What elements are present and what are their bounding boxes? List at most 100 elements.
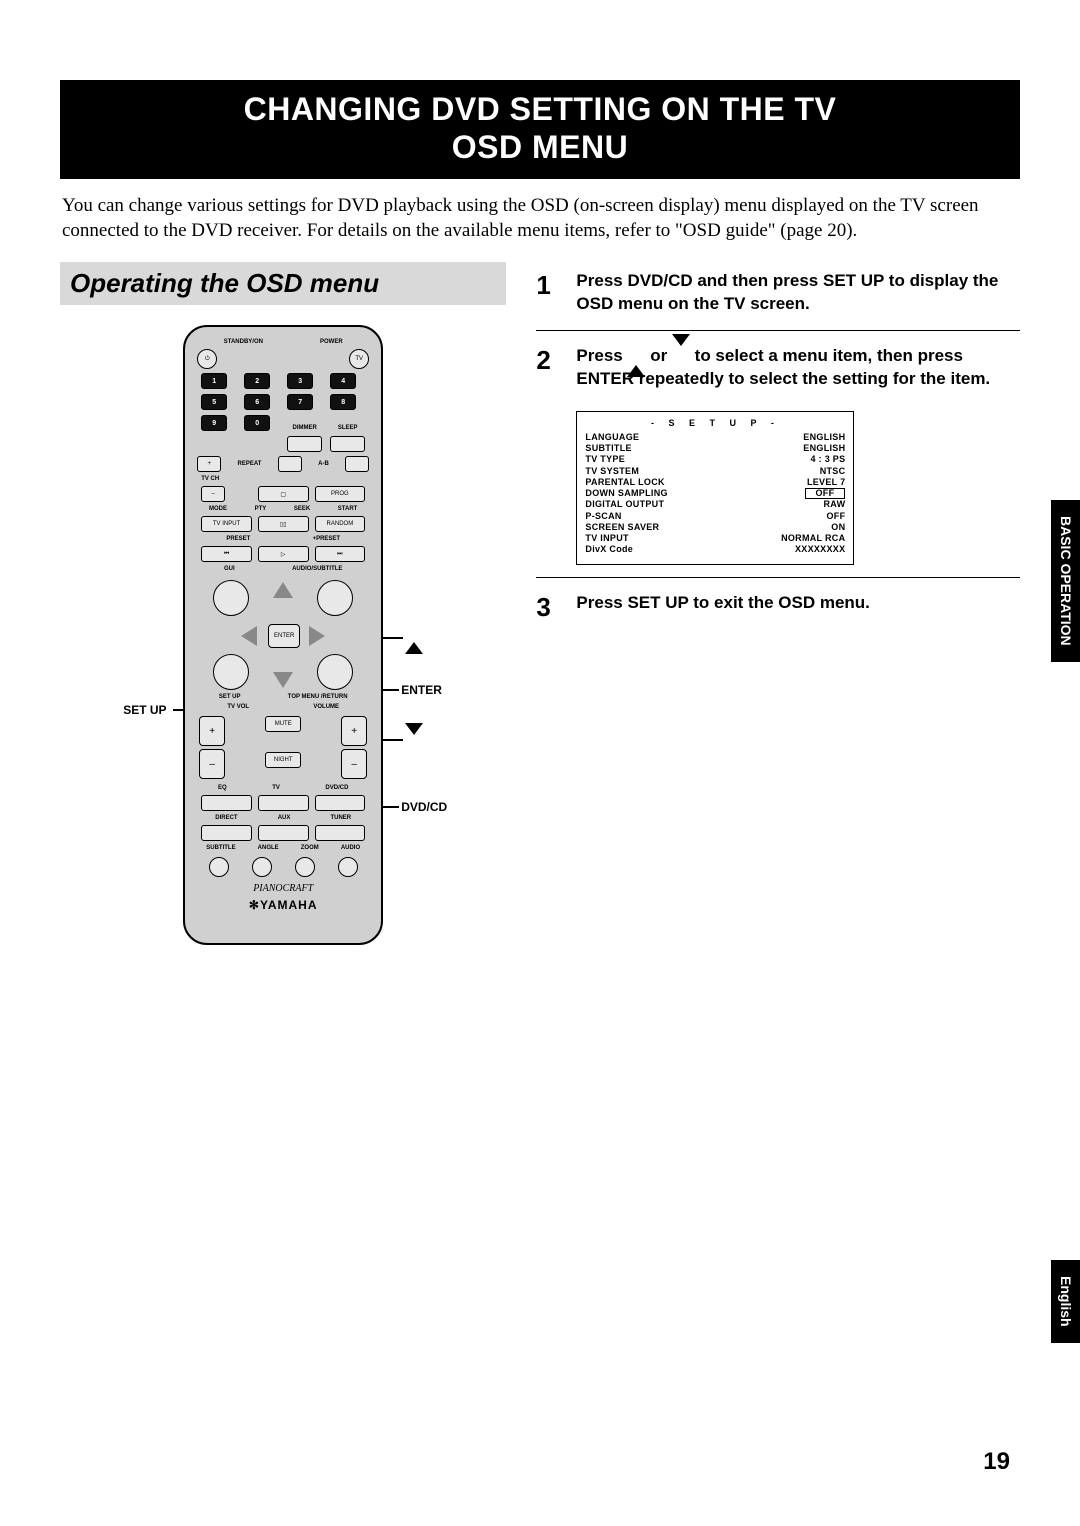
vol-down-button[interactable]: –	[341, 749, 367, 779]
callout-enter: ENTER	[401, 683, 442, 697]
num-7[interactable]: 7	[287, 394, 313, 410]
standby-button[interactable]: ⏻	[197, 349, 217, 369]
angle-button[interactable]	[252, 857, 272, 877]
step-number: 3	[536, 592, 560, 623]
label-volume: VOLUME	[313, 704, 339, 710]
label-dvdcd: DVD/CD	[325, 785, 348, 791]
side-tab-language: English	[1051, 1260, 1080, 1343]
step-3: 3 Press SET UP to exit the OSD menu.	[536, 584, 1020, 631]
step-number: 2	[536, 345, 560, 391]
minus-button[interactable]: –	[201, 486, 225, 502]
right-arrow-button[interactable]	[309, 626, 325, 646]
step-text-frag: or	[650, 346, 672, 365]
nav-cluster: ENTER	[213, 580, 353, 690]
tv-power-button[interactable]: TV	[349, 349, 369, 369]
topmenu-circle-button[interactable]	[317, 654, 353, 690]
label-tv-src: TV	[272, 785, 280, 791]
num-8[interactable]: 8	[330, 394, 356, 410]
remote-body: STANDBY/ON POWER ⏻ TV 1 2 3 4	[183, 325, 383, 945]
tv-src-button[interactable]	[258, 795, 309, 811]
page-title-bar: CHANGING DVD SETTING ON THE TV OSD MENU	[60, 80, 1020, 179]
setup-circle-button[interactable]	[213, 654, 249, 690]
tuner-button[interactable]	[315, 825, 366, 841]
audio-sub-circle-button[interactable]	[317, 580, 353, 616]
vol-up-button[interactable]: +	[341, 716, 367, 746]
num-4[interactable]: 4	[330, 373, 356, 389]
left-column: Operating the OSD menu SET UP ENTER DVD/…	[60, 262, 506, 945]
stop-button[interactable]: ▢	[258, 486, 309, 502]
remote-illustration: SET UP ENTER DVD/CD STANDBY/ON POWER	[60, 325, 506, 945]
subtitle-button[interactable]	[209, 857, 229, 877]
pause-button[interactable]: ▯▯	[258, 516, 309, 532]
label-direct: DIRECT	[215, 815, 237, 821]
divider	[536, 330, 1020, 331]
osd-row: LANGUAGEENGLISH	[585, 432, 845, 443]
label-audio: AUDIO	[341, 845, 360, 851]
label-mode: MODE	[209, 506, 227, 512]
num-1[interactable]: 1	[201, 373, 227, 389]
osd-row: DIGITAL OUTPUTRAW	[585, 499, 845, 510]
down-arrow-button[interactable]	[273, 672, 293, 688]
num-0[interactable]: 0	[244, 415, 270, 431]
osd-title: - S E T U P -	[585, 418, 845, 428]
right-column: 1 Press DVD/CD and then press SET UP to …	[536, 262, 1020, 945]
label-ab: A-B	[318, 461, 329, 467]
num-9[interactable]: 9	[201, 415, 227, 431]
osd-row: TV INPUTNORMAL RCA	[585, 533, 845, 544]
label-subtitle: SUBTITLE	[206, 845, 235, 851]
prev-button[interactable]: ⏮	[201, 546, 252, 562]
osd-row: PARENTAL LOCKLEVEL 7	[585, 477, 845, 488]
label-repeat: REPEAT	[238, 461, 262, 467]
left-arrow-button[interactable]	[241, 626, 257, 646]
night-button[interactable]: NIGHT	[265, 752, 301, 768]
gui-circle-button[interactable]	[213, 580, 249, 616]
label-preset: PRESET	[226, 536, 250, 542]
num-2[interactable]: 2	[244, 373, 270, 389]
enter-button[interactable]: ENTER	[268, 624, 300, 648]
osd-setup-screen: - S E T U P - LANGUAGEENGLISH SUBTITLEEN…	[576, 411, 854, 565]
plus-button[interactable]: +	[197, 456, 221, 472]
osd-row: TV SYSTEMNTSC	[585, 466, 845, 477]
osd-row: TV TYPE4 : 3 PS	[585, 454, 845, 465]
side-tab-basic-operation: BASIC OPERATION	[1051, 500, 1080, 662]
direct-button[interactable]	[201, 825, 252, 841]
label-power: POWER	[320, 339, 343, 345]
callout-setup: SET UP	[123, 703, 166, 717]
title-line-2: OSD MENU	[60, 128, 1020, 166]
num-5[interactable]: 5	[201, 394, 227, 410]
label-seek: SEEK	[294, 506, 310, 512]
play-button[interactable]: ▷	[258, 546, 309, 562]
osd-row: SCREEN SAVERON	[585, 522, 845, 533]
tvinput-button[interactable]: TV INPUT	[201, 516, 252, 532]
prog-button[interactable]: PROG	[315, 486, 366, 502]
eq-button[interactable]	[201, 795, 252, 811]
up-arrow-button[interactable]	[273, 582, 293, 598]
dvdcd-button[interactable]	[315, 795, 366, 811]
zoom-button[interactable]	[295, 857, 315, 877]
num-6[interactable]: 6	[244, 394, 270, 410]
tvvol-down-button[interactable]: –	[199, 749, 225, 779]
label-gui: GUI	[224, 566, 235, 572]
aux-button[interactable]	[258, 825, 309, 841]
step-2: 2 Press or to select a menu item, then p…	[536, 337, 1020, 399]
step-number: 1	[536, 270, 560, 316]
tvvol-up-button[interactable]: +	[199, 716, 225, 746]
repeat-button[interactable]	[278, 456, 302, 472]
mute-button[interactable]: MUTE	[265, 716, 301, 732]
callout-dvdcd: DVD/CD	[401, 800, 447, 814]
up-triangle-icon	[627, 345, 645, 368]
random-button[interactable]: RANDOM	[315, 516, 366, 532]
audio-button[interactable]	[338, 857, 358, 877]
num-3[interactable]: 3	[287, 373, 313, 389]
next-button[interactable]: ⏭	[315, 546, 366, 562]
osd-row-selected: DOWN SAMPLINGOFF	[585, 488, 845, 499]
label-audio-sub: AUDIO/SUBTITLE	[292, 566, 342, 572]
step-text: Press DVD/CD and then press SET UP to di…	[576, 270, 1020, 316]
dimmer-button[interactable]	[287, 436, 322, 452]
title-line-1: CHANGING DVD SETTING ON THE TV	[60, 90, 1020, 128]
two-column-layout: Operating the OSD menu SET UP ENTER DVD/…	[60, 262, 1020, 945]
intro-paragraph: You can change various settings for DVD …	[62, 193, 1018, 244]
ab-button[interactable]	[345, 456, 369, 472]
number-pad: 1 2 3 4 5 6 7 8 9 0 DIMMER SLEEP	[201, 373, 365, 452]
sleep-button[interactable]	[330, 436, 365, 452]
